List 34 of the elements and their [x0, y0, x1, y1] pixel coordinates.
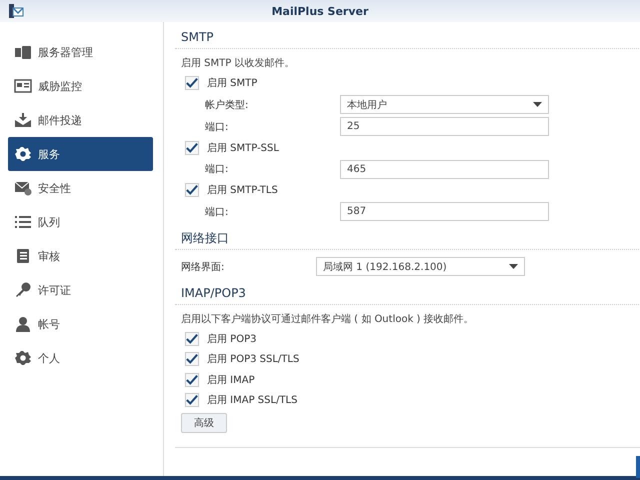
checkbox-label: 启用 SMTP-SSL [207, 142, 279, 155]
field-label: 网络界面: [181, 260, 226, 274]
input-field[interactable]: 587 [340, 202, 549, 221]
sidebar-item[interactable]: 许可证 [8, 273, 153, 307]
field-label: 端口: [204, 206, 230, 218]
sidebar-item[interactable]: 个人 [8, 341, 153, 375]
field-label: 帐户类型: [204, 98, 250, 112]
section-heading: IMAP/POP3 [181, 284, 247, 302]
input-field[interactable]: 465 [340, 160, 549, 178]
field-label: 端口: [204, 120, 230, 134]
checkbox-label: 启用 IMAP [207, 374, 255, 387]
checkbox-label: 启用 IMAP SSL/TLS [207, 394, 298, 408]
input-field[interactable]: 25 [340, 117, 549, 136]
checkbox-label: 启用 SMTP-TLS [207, 184, 278, 198]
sidebar-item[interactable]: 威胁监控 [8, 69, 153, 103]
checkbox-label: 启用 SMTP [207, 76, 258, 90]
sidebar-item[interactable]: 帐号 [8, 307, 153, 341]
window-title: MailPlus Server [270, 4, 370, 18]
section-description: 启用 SMTP 以收发邮件。 [181, 56, 296, 71]
sidebar-item[interactable]: 邮件投递 [8, 103, 153, 137]
field-label: 端口: [204, 162, 230, 176]
sidebar-item[interactable]: 安全性 [8, 171, 153, 205]
dropdown[interactable]: 局域网 1 (192.168.2.100) [316, 257, 525, 276]
sidebar-item[interactable]: 服务器管理 [8, 35, 153, 69]
advanced-button[interactable]: 高级 [181, 412, 227, 432]
checkbox-label: 启用 POP3 [207, 332, 256, 346]
section-heading: SMTP [181, 29, 215, 46]
section-description: 启用以下客户端协议可通过邮件客户端 ( 如 Outlook ) 接收邮件。 [181, 312, 475, 326]
sidebar-item[interactable]: 服务 [8, 137, 153, 171]
checkbox-label: 启用 POP3 SSL/TLS [207, 352, 300, 366]
sidebar-item[interactable]: 队列 [8, 205, 153, 239]
section-heading: 网络接口 [181, 230, 230, 246]
sidebar-item[interactable]: 审核 [8, 239, 153, 273]
dropdown[interactable]: 本地用户 [340, 95, 549, 114]
